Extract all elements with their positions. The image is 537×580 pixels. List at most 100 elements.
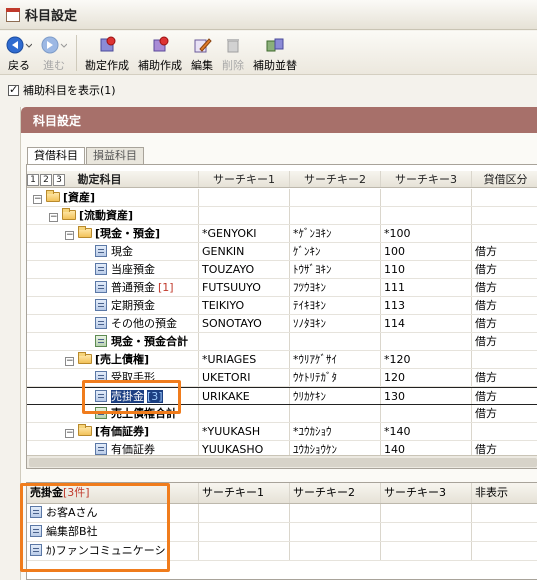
table-row[interactable]: 売掛金 [3] URIKAKE ｳﾘｶｹｷﾝ 130 借方 <box>27 387 537 405</box>
debit-credit-cell[interactable] <box>472 423 537 440</box>
account-name-cell[interactable]: − [資産] <box>27 189 199 206</box>
debit-credit-cell[interactable]: 借方 <box>472 333 537 350</box>
column-header-searchkey2[interactable]: サーチキー2 <box>290 171 381 187</box>
level-2-button[interactable]: 2 <box>40 174 52 186</box>
searchkey2-cell[interactable]: ｹﾞﾝｷﾝ <box>290 243 381 260</box>
table-row[interactable]: 当座預金 TOUZAYO ﾄｳｻﾞﾖｷﾝ 110 借方 <box>27 261 537 279</box>
sub-account-row[interactable]: ｶ)ファンコミュニケーシ <box>27 542 537 561</box>
sub-account-cell[interactable] <box>472 504 537 522</box>
sub-account-name-cell[interactable]: お客Aさん <box>27 504 199 522</box>
searchkey1-cell[interactable] <box>199 405 290 422</box>
table-row[interactable]: − [売上債権] *URIAGES *ｳﾘｱｹﾞｻｲ *120 <box>27 351 537 369</box>
debit-credit-cell[interactable] <box>472 351 537 368</box>
sub-column-header-hidden[interactable]: 非表示 <box>472 483 537 503</box>
searchkey1-cell[interactable]: *GENYOKI <box>199 225 290 242</box>
searchkey2-cell[interactable]: *ｳﾘｱｹﾞｻｲ <box>290 351 381 368</box>
sub-account-cell[interactable] <box>472 523 537 541</box>
collapse-icon[interactable]: − <box>65 357 74 366</box>
searchkey3-cell[interactable] <box>381 207 472 224</box>
sub-account-cell[interactable] <box>199 504 290 522</box>
table-row[interactable]: 定期預金 TEIKIYO ﾃｲｷﾖｷﾝ 113 借方 <box>27 297 537 315</box>
sub-column-header-searchkey1[interactable]: サーチキー1 <box>199 483 290 503</box>
table-row[interactable]: − [流動資産] <box>27 207 537 225</box>
debit-credit-cell[interactable]: 借方 <box>472 243 537 260</box>
debit-credit-cell[interactable]: 借方 <box>472 315 537 332</box>
searchkey1-cell[interactable]: URIKAKE <box>199 388 290 404</box>
delete-button[interactable]: 削除 <box>222 35 244 73</box>
searchkey1-cell[interactable]: TOUZAYO <box>199 261 290 278</box>
level-3-button[interactable]: 3 <box>53 174 65 186</box>
searchkey3-cell[interactable]: 111 <box>381 279 472 296</box>
sub-account-cell[interactable] <box>381 504 472 522</box>
create-sub-button[interactable]: 補助作成 <box>138 35 182 73</box>
searchkey1-cell[interactable]: UKETORI <box>199 369 290 386</box>
account-name-cell[interactable]: − [有価証券] <box>27 423 199 440</box>
account-name-cell[interactable]: その他の預金 <box>27 315 199 332</box>
searchkey3-cell[interactable]: 120 <box>381 369 472 386</box>
searchkey2-cell[interactable] <box>290 207 381 224</box>
debit-credit-cell[interactable]: 借方 <box>472 388 537 404</box>
searchkey3-cell[interactable]: 130 <box>381 388 472 404</box>
searchkey2-cell[interactable]: *ｹﾞﾝﾖｷﾝ <box>290 225 381 242</box>
searchkey1-cell[interactable]: *YUUKASH <box>199 423 290 440</box>
searchkey3-cell[interactable]: 113 <box>381 297 472 314</box>
account-name-cell[interactable]: − [売上債権] <box>27 351 199 368</box>
searchkey2-cell[interactable] <box>290 333 381 350</box>
debit-credit-cell[interactable]: 借方 <box>472 279 537 296</box>
show-sub-accounts-option[interactable]: 補助科目を表示(1) <box>0 80 116 100</box>
sub-column-header-searchkey2[interactable]: サーチキー2 <box>290 483 381 503</box>
sub-account-cell[interactable] <box>290 542 381 560</box>
searchkey3-cell[interactable] <box>381 405 472 422</box>
debit-credit-cell[interactable] <box>472 189 537 206</box>
account-name-cell[interactable]: 定期預金 <box>27 297 199 314</box>
sub-account-name-cell[interactable]: ｶ)ファンコミュニケーシ <box>27 542 199 560</box>
searchkey3-cell[interactable]: *120 <box>381 351 472 368</box>
sub-account-cell[interactable] <box>290 523 381 541</box>
debit-credit-cell[interactable]: 借方 <box>472 297 537 314</box>
debit-credit-cell[interactable]: 借方 <box>472 261 537 278</box>
sub-account-cell[interactable] <box>199 523 290 541</box>
table-row[interactable]: 現金・預金合計 借方 <box>27 333 537 351</box>
create-account-button[interactable]: 勘定作成 <box>85 35 129 73</box>
tab-balance-sheet[interactable]: 貸借科目 <box>27 147 85 164</box>
account-name-cell[interactable]: 現金 <box>27 243 199 260</box>
searchkey3-cell[interactable]: *100 <box>381 225 472 242</box>
searchkey3-cell[interactable]: 114 <box>381 315 472 332</box>
collapse-icon[interactable]: − <box>65 429 74 438</box>
table-row[interactable]: − [有価証券] *YUUKASH *ﾕｳｶｼｮｳ *140 <box>27 423 537 441</box>
searchkey2-cell[interactable]: ﾄｳｻﾞﾖｷﾝ <box>290 261 381 278</box>
table-row[interactable]: 普通預金 [1] FUTSUUYO ﾌﾂｳﾖｷﾝ 111 借方 <box>27 279 537 297</box>
column-header-searchkey3[interactable]: サーチキー3 <box>381 171 472 187</box>
searchkey3-cell[interactable] <box>381 333 472 350</box>
collapse-icon[interactable]: − <box>65 231 74 240</box>
sort-sub-button[interactable]: 補助並替 <box>253 35 297 73</box>
table-row[interactable]: − [現金・預金] *GENYOKI *ｹﾞﾝﾖｷﾝ *100 <box>27 225 537 243</box>
debit-credit-cell[interactable]: 借方 <box>472 369 537 386</box>
searchkey2-cell[interactable] <box>290 189 381 206</box>
searchkey2-cell[interactable]: ﾌﾂｳﾖｷﾝ <box>290 279 381 296</box>
searchkey1-cell[interactable]: GENKIN <box>199 243 290 260</box>
account-name-cell[interactable]: 売上債権合計 <box>27 405 199 422</box>
account-name-cell[interactable]: − [現金・預金] <box>27 225 199 242</box>
searchkey2-cell[interactable]: ｳﾘｶｹｷﾝ <box>290 388 381 404</box>
searchkey1-cell[interactable] <box>199 207 290 224</box>
account-name-cell[interactable]: 当座預金 <box>27 261 199 278</box>
show-sub-checkbox[interactable] <box>8 83 19 96</box>
searchkey2-cell[interactable]: ｿﾉﾀﾖｷﾝ <box>290 315 381 332</box>
account-name-cell[interactable]: 売掛金 [3] <box>27 388 199 404</box>
searchkey1-cell[interactable]: TEIKIYO <box>199 297 290 314</box>
debit-credit-cell[interactable]: 借方 <box>472 405 537 422</box>
column-header-searchkey1[interactable]: サーチキー1 <box>199 171 290 187</box>
column-header-account[interactable]: 勘定科目 <box>78 173 122 186</box>
searchkey2-cell[interactable]: ｳｹﾄﾘﾃｶﾞﾀ <box>290 369 381 386</box>
searchkey1-cell[interactable] <box>199 333 290 350</box>
debit-credit-cell[interactable] <box>472 225 537 242</box>
collapse-icon[interactable]: − <box>33 195 42 204</box>
sub-account-cell[interactable] <box>290 504 381 522</box>
sub-account-cell[interactable] <box>381 542 472 560</box>
searchkey3-cell[interactable]: 110 <box>381 261 472 278</box>
scrollbar-thumb[interactable] <box>29 458 537 467</box>
table-row[interactable]: 現金 GENKIN ｹﾞﾝｷﾝ 100 借方 <box>27 243 537 261</box>
sub-account-cell[interactable] <box>472 542 537 560</box>
sub-account-cell[interactable] <box>199 542 290 560</box>
